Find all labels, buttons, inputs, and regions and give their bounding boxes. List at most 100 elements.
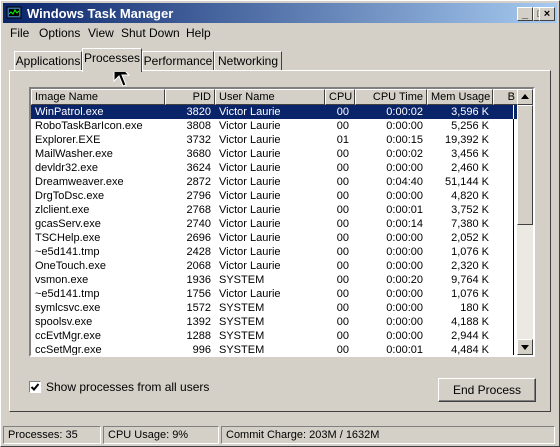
cell-cpu-time: 0:00:00 <box>386 302 423 314</box>
column-header-cpu-time[interactable]: CPU Time <box>355 89 427 105</box>
column-header-mem-usage[interactable]: Mem Usage <box>427 89 493 105</box>
checkbox-box[interactable] <box>29 381 41 393</box>
table-row[interactable]: gcasServ.exe 2740 Victor Laurie 00 0:00:14 7,… <box>31 217 519 231</box>
table-row[interactable]: ccEvtMgr.exe 1288 SYSTEM 00 0:00:00 2,944 K <box>31 329 519 343</box>
table-row[interactable]: ~e5d141.tmp 2428 Victor Laurie 00 0:00:00 1,0… <box>31 245 519 259</box>
cell-cpu: 00 <box>336 260 349 272</box>
cell-image-name: spoolsv.exe <box>35 316 93 328</box>
scroll-up-button[interactable] <box>517 89 533 105</box>
cell-mem-usage: 4,820 K <box>451 190 489 202</box>
cell-cpu: 00 <box>336 190 349 202</box>
tab-networking[interactable]: Networking <box>214 51 282 71</box>
table-row[interactable]: ccSetMgr.exe 996 SYSTEM 00 0:00:01 4,484 K <box>31 343 519 356</box>
cell-cpu-time: 0:00:00 <box>386 288 423 300</box>
menu-file[interactable]: File <box>10 26 29 40</box>
table-row[interactable]: zlclient.exe 2768 Victor Laurie 00 0:00:01 3,… <box>31 203 519 217</box>
cell-pid: 1936 <box>186 274 211 286</box>
scroll-down-button[interactable] <box>517 339 533 355</box>
table-row[interactable]: devldr32.exe 3624 Victor Laurie 00 0:00:00 2,… <box>31 161 519 175</box>
task-manager-icon <box>6 6 22 19</box>
status-cpu-usage: CPU Usage: 9% <box>103 426 219 444</box>
cell-cpu: 00 <box>336 316 349 328</box>
table-row[interactable]: RoboTaskBarIcon.exe 3808 Victor Laurie 00 0:… <box>31 119 519 133</box>
table-row[interactable]: DrgToDsc.exe 2796 Victor Laurie 00 0:00:00 4,… <box>31 189 519 203</box>
cell-image-name: ~e5d141.tmp <box>35 246 100 258</box>
cell-image-name: ccEvtMgr.exe <box>35 330 102 342</box>
scroll-thumb[interactable] <box>517 105 533 225</box>
cell-mem-usage: 9,764 K <box>451 274 489 286</box>
cell-cpu-time: 0:00:00 <box>386 316 423 328</box>
cell-cpu: 00 <box>336 302 349 314</box>
table-row[interactable]: MailWasher.exe 3680 Victor Laurie 00 0:00:02… <box>31 147 519 161</box>
table-row[interactable]: TSCHelp.exe 2696 Victor Laurie 00 0:00:00 2,0… <box>31 231 519 245</box>
cell-cpu: 01 <box>336 134 349 146</box>
cell-mem-usage: 180 K <box>460 302 489 314</box>
cell-pid: 2696 <box>186 232 211 244</box>
table-row[interactable]: WinPatrol.exe 3820 Victor Laurie 00 0:00:02 3… <box>31 105 519 119</box>
cell-pid: 996 <box>192 344 211 356</box>
tab-applications[interactable]: Applications <box>14 51 82 71</box>
column-header-pid[interactable]: PID <box>165 89 215 105</box>
cell-cpu-time: 0:00:02 <box>386 106 423 118</box>
cell-image-name: symlcsvc.exe <box>35 302 101 314</box>
cell-image-name: gcasServ.exe <box>35 218 101 230</box>
cell-user-name: SYSTEM <box>219 330 265 342</box>
cell-image-name: OneTouch.exe <box>35 260 106 272</box>
cell-image-name: MailWasher.exe <box>35 148 113 160</box>
minimize-button[interactable]: _ <box>517 7 533 21</box>
cell-cpu: 00 <box>336 176 349 188</box>
cell-cpu-time: 0:04:40 <box>386 176 423 188</box>
cell-mem-usage: 2,944 K <box>451 330 489 342</box>
cell-user-name: Victor Laurie <box>219 218 281 230</box>
table-row[interactable]: vsmon.exe 1936 SYSTEM 00 0:00:20 9,764 K <box>31 273 519 287</box>
table-row[interactable]: ~e5d141.tmp 1756 Victor Laurie 00 0:00:00 1,0… <box>31 287 519 301</box>
cell-cpu-time: 0:00:00 <box>386 260 423 272</box>
end-process-button[interactable]: End Process <box>438 378 536 402</box>
title-bar[interactable]: Windows Task Manager _ □ <box>3 3 557 23</box>
menu-view[interactable]: View <box>88 26 114 40</box>
menu-help[interactable]: Help <box>186 26 211 40</box>
table-row[interactable]: spoolsv.exe 1392 SYSTEM 00 0:00:00 4,188 K <box>31 315 519 329</box>
menu-options[interactable]: Options <box>39 26 80 40</box>
cell-pid: 3820 <box>186 106 211 118</box>
cell-mem-usage: 1,076 K <box>451 246 489 258</box>
process-list[interactable]: Image Name PID User Name CPU CPU Time Me… <box>29 87 535 357</box>
table-row[interactable]: Explorer.EXE 3732 Victor Laurie 01 0:00:15 19… <box>31 133 519 147</box>
table-row[interactable]: symlcsvc.exe 1572 SYSTEM 00 0:00:00 180 K <box>31 301 519 315</box>
cell-pid: 2768 <box>186 204 211 216</box>
table-row[interactable]: OneTouch.exe 2068 Victor Laurie 00 0:00:00 2,… <box>31 259 519 273</box>
tab-performance[interactable]: Performance <box>142 51 214 71</box>
column-header-user-name[interactable]: User Name <box>215 89 325 105</box>
cell-image-name: ~e5d141.tmp <box>35 288 100 300</box>
menu-shut-down[interactable]: Shut Down <box>121 26 180 40</box>
cell-pid: 3808 <box>186 120 211 132</box>
cell-user-name: Victor Laurie <box>219 204 281 216</box>
cell-cpu-time: 0:00:00 <box>386 120 423 132</box>
cell-user-name: SYSTEM <box>219 302 265 314</box>
column-header-cpu[interactable]: CPU <box>325 89 355 105</box>
cell-mem-usage: 2,052 K <box>451 232 489 244</box>
cell-mem-usage: 3,456 K <box>451 148 489 160</box>
table-row[interactable]: Dreamweaver.exe 2872 Victor Laurie 00 0:04:4… <box>31 175 519 189</box>
cell-user-name: Victor Laurie <box>219 120 281 132</box>
cell-cpu: 00 <box>336 232 349 244</box>
cell-cpu-time: 0:00:00 <box>386 330 423 342</box>
cell-cpu-time: 0:00:00 <box>386 162 423 174</box>
cell-user-name: Victor Laurie <box>219 232 281 244</box>
cell-mem-usage: 51,144 K <box>444 176 489 188</box>
cell-cpu: 00 <box>336 246 349 258</box>
task-manager-window: Windows Task Manager _ □ × File Options … <box>0 0 560 447</box>
cell-cpu-time: 0:00:00 <box>386 232 423 244</box>
cell-mem-usage: 19,392 K <box>444 134 489 146</box>
cell-user-name: Victor Laurie <box>219 106 281 118</box>
status-bar: Processes: 35 CPU Usage: 9% Commit Charg… <box>3 426 557 444</box>
vertical-scrollbar[interactable] <box>517 89 533 355</box>
cell-mem-usage: 5,256 K <box>451 120 489 132</box>
status-commit-charge: Commit Charge: 203M / 1632M <box>221 426 555 444</box>
cell-user-name: Victor Laurie <box>219 260 281 272</box>
close-button[interactable]: × <box>539 7 555 21</box>
tab-processes[interactable]: Processes <box>82 48 142 72</box>
cell-pid: 2068 <box>186 260 211 272</box>
column-header-base-priority[interactable]: B <box>493 89 519 105</box>
column-header-image-name[interactable]: Image Name <box>31 89 165 105</box>
